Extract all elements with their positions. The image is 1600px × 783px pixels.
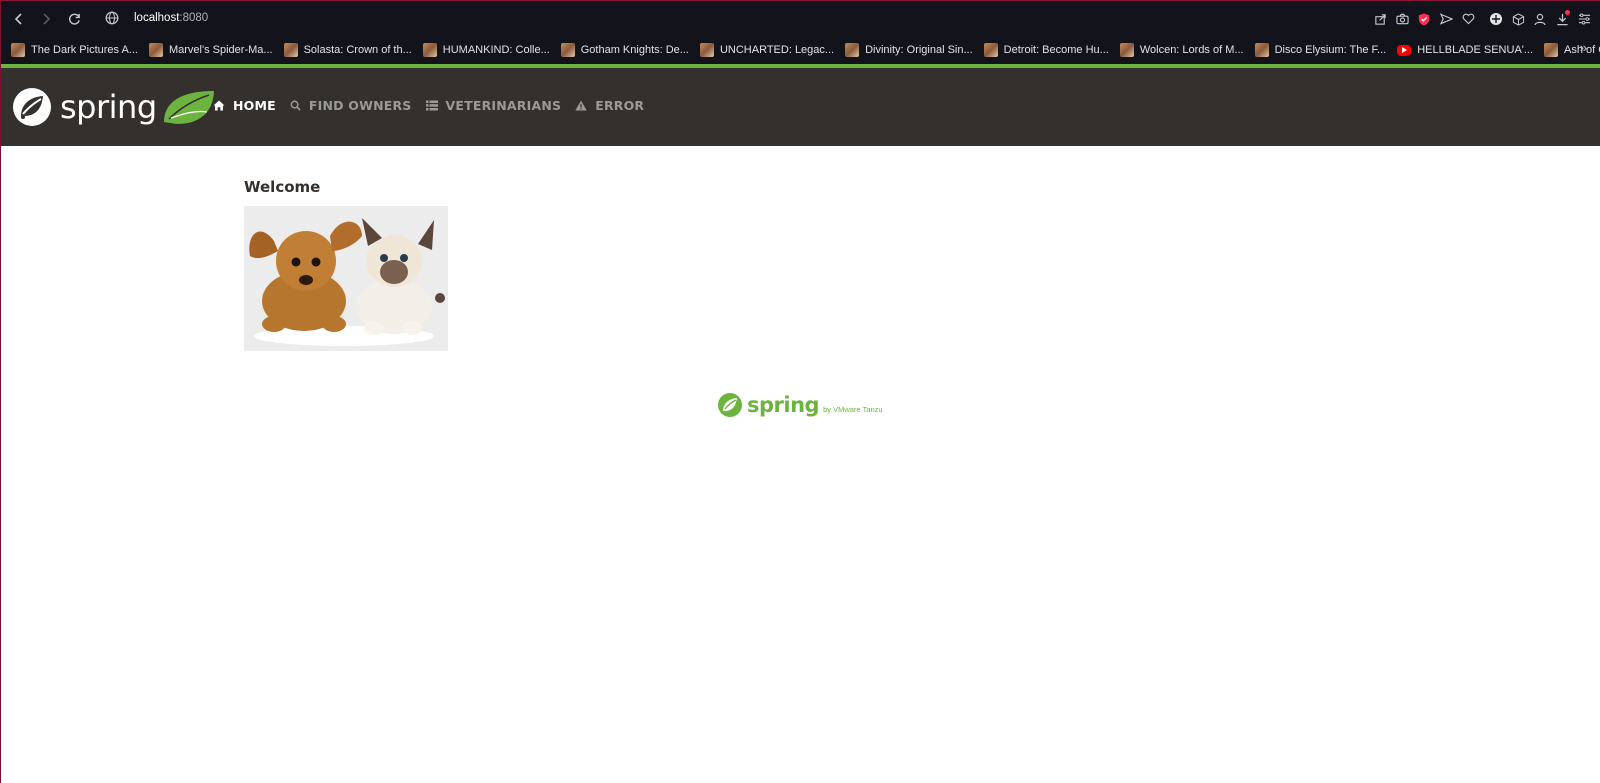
bookmark-item[interactable]: Gotham Knights: De...	[560, 42, 689, 58]
bookmark-item[interactable]: Detroit: Become Hu...	[983, 42, 1109, 58]
warning-icon	[575, 100, 591, 111]
game-icon	[1254, 43, 1269, 57]
bookmark-item[interactable]: UNCHARTED: Legac...	[699, 42, 835, 58]
game-icon	[148, 43, 163, 57]
spring-logo[interactable]: spring	[12, 87, 217, 127]
nav-item-error[interactable]: ERROR	[575, 98, 644, 113]
game-icon	[560, 43, 575, 57]
bookmark-label: HELLBLADE SENUA'...	[1417, 44, 1534, 56]
bookmark-item[interactable]: Ash of Gods: The W...	[1544, 42, 1600, 58]
cube-icon[interactable]	[1509, 9, 1527, 29]
toolbar-actions	[1371, 9, 1593, 29]
bookmark-label: Divinity: Original Sin...	[865, 44, 973, 56]
bookmark-item[interactable]: Marvel's Spider-Ma...	[148, 42, 273, 58]
nav-label: VETERINARIANS	[445, 98, 562, 113]
nav-item-home[interactable]: HOME	[213, 98, 276, 113]
back-icon[interactable]	[9, 9, 29, 29]
footer-leaf-icon	[718, 393, 742, 417]
nav-label: ERROR	[595, 98, 645, 113]
main-nav: HOME FIND OWNERS VETERINARIANS ERROR	[213, 98, 658, 113]
bookmark-item[interactable]: HUMANKIND: Colle...	[422, 42, 550, 58]
logo-text: spring	[60, 88, 157, 126]
share-icon[interactable]	[1371, 9, 1389, 29]
main-content: Welcome	[244, 178, 448, 351]
game-icon	[11, 43, 25, 57]
nav-item-veterinarians[interactable]: VETERINARIANS	[425, 98, 562, 113]
address-bar[interactable]: localhost:8080	[134, 12, 208, 24]
bookmark-item[interactable]: Wolcen: Lords of M...	[1119, 42, 1244, 58]
nav-label: HOME	[233, 98, 276, 113]
youtube-icon	[1397, 44, 1412, 56]
bookmark-item[interactable]: Disco Elysium: The F...	[1254, 42, 1387, 58]
footer-sub: by VMware Tanzu	[823, 404, 883, 414]
game-icon	[422, 43, 437, 57]
search-icon	[290, 100, 305, 111]
spring-leaf-icon	[13, 88, 51, 126]
menu-icon[interactable]	[1575, 9, 1593, 29]
bookmark-label: Marvel's Spider-Ma...	[168, 44, 273, 56]
list-icon	[425, 100, 442, 111]
address-host: localhost	[134, 12, 180, 24]
bookmark-item[interactable]: The Dark Pictures A...	[11, 42, 138, 58]
bookmarks-bar: The Dark Pictures A... Marvel's Spider-Ma…	[1, 36, 1600, 64]
bookmark-label: Gotham Knights: De...	[580, 44, 689, 56]
bookmark-label: Detroit: Become Hu...	[1003, 44, 1109, 56]
bookmark-item[interactable]: HELLBLADE SENUA'...	[1397, 42, 1533, 58]
notification-dot	[1565, 10, 1570, 15]
reload-icon[interactable]	[64, 9, 84, 29]
bookmark-label: Disco Elysium: The F...	[1274, 44, 1387, 56]
bookmark-label: Solasta: Crown of th...	[303, 44, 412, 56]
nav-item-find-owners[interactable]: FIND OWNERS	[290, 98, 412, 113]
heart-icon[interactable]	[1459, 9, 1477, 29]
address-port: :8080	[179, 12, 209, 24]
game-icon	[845, 43, 860, 57]
navbar: spring HOME FIND OWNERS VETERINARIANS ERROR	[1, 64, 1600, 146]
bookmark-label: HUMANKIND: Colle...	[442, 44, 550, 56]
bookmark-label: UNCHARTED: Legac...	[719, 44, 835, 56]
shield-icon[interactable]	[1415, 9, 1433, 29]
nav-label: FIND OWNERS	[308, 98, 412, 113]
page: spring HOME FIND OWNERS VETERINARIANS ERROR…	[1, 64, 1600, 783]
forward-icon[interactable]	[36, 9, 56, 29]
bookmark-list: The Dark Pictures A... Marvel's Spider-Ma…	[11, 42, 1600, 58]
bookmark-label: Wolcen: Lords of M...	[1139, 44, 1244, 56]
browser-toolbar: localhost:8080	[1, 0, 1600, 36]
bookmark-item[interactable]: Divinity: Original Sin...	[845, 42, 973, 58]
game-icon	[283, 43, 298, 57]
download-icon[interactable]	[1553, 9, 1571, 29]
footer-spring-logo[interactable]: spring by VMware Tanzu	[717, 392, 883, 418]
bookmark-item[interactable]: Solasta: Crown of th...	[283, 42, 412, 58]
vpn-icon[interactable]	[1487, 9, 1505, 29]
game-icon	[699, 43, 714, 57]
browser-window: localhost:8080 The Dark Pictures A... Mar…	[0, 0, 1600, 783]
globe-icon	[105, 11, 121, 27]
game-icon	[1119, 43, 1134, 57]
send-icon[interactable]	[1437, 9, 1455, 29]
bookmark-label: The Dark Pictures A...	[31, 44, 138, 56]
account-icon[interactable]	[1531, 9, 1549, 29]
pet-clinic-leaf-icon	[163, 91, 214, 124]
game-icon	[983, 43, 998, 57]
camera-icon[interactable]	[1393, 9, 1411, 29]
pets-image	[244, 206, 448, 351]
bookmarks-more-icon[interactable]: »	[1580, 40, 1587, 55]
home-icon	[213, 100, 229, 111]
game-icon	[1544, 43, 1559, 57]
page-title: Welcome	[244, 178, 321, 196]
footer-logo-text: spring	[747, 393, 820, 417]
